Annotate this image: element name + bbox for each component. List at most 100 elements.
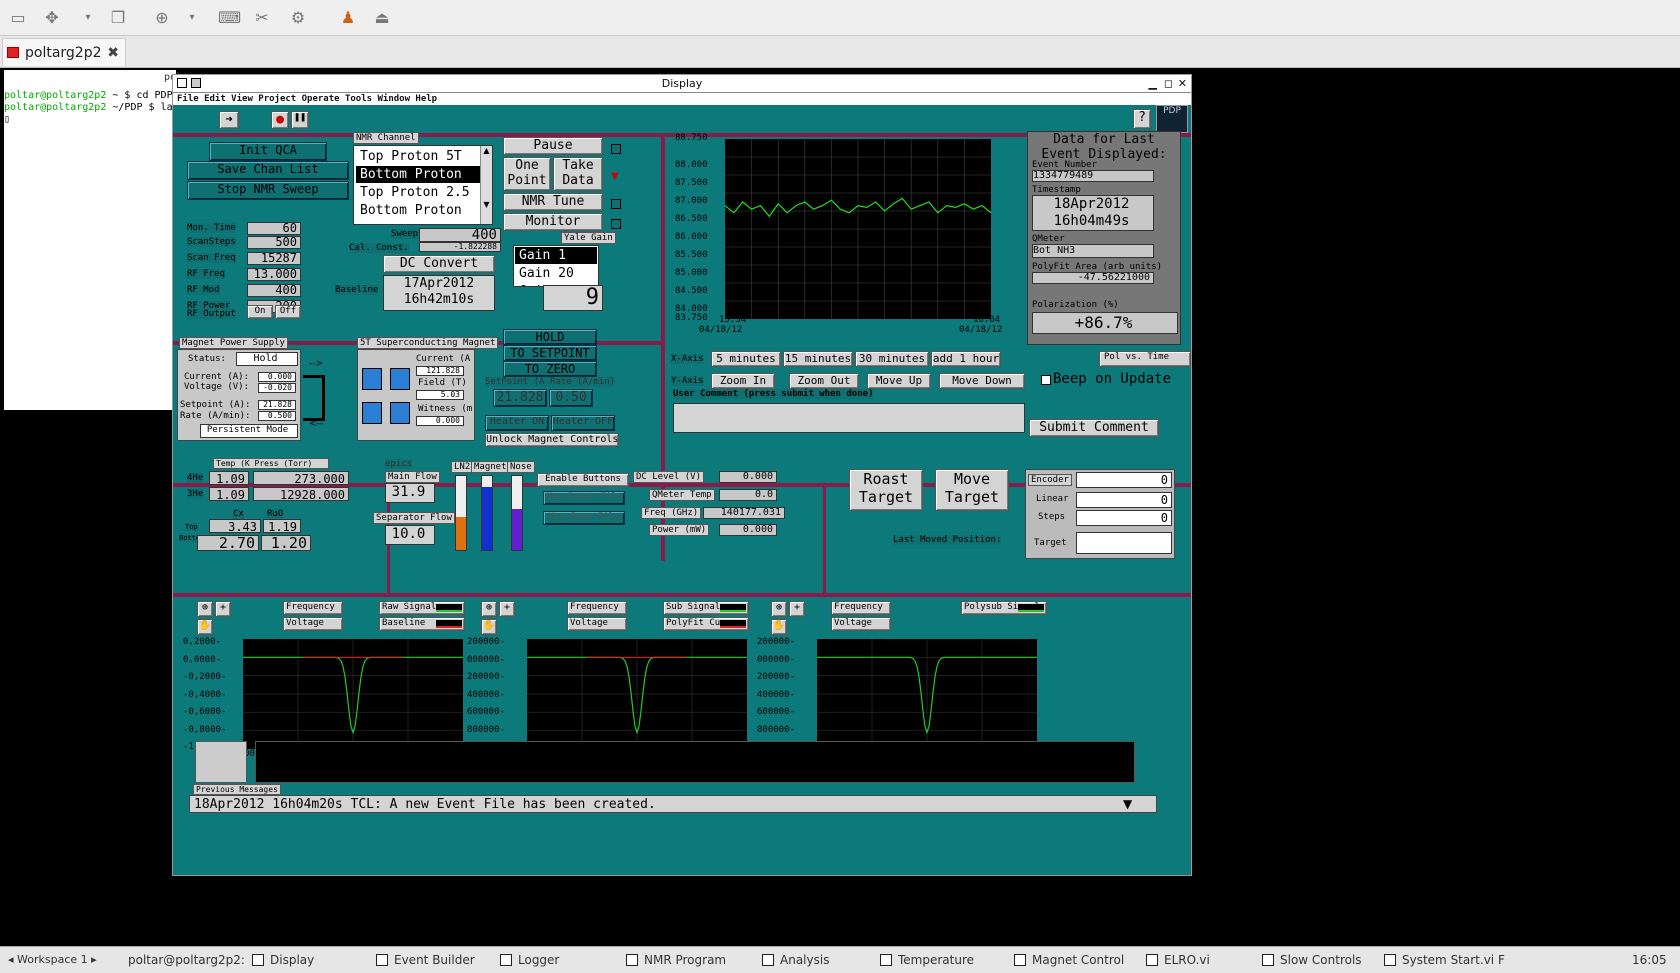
y-axis-button[interactable]: Move Down (939, 373, 1025, 389)
voltage-axis-label[interactable]: Voltage (831, 617, 891, 631)
copy-icon[interactable]: ❐ (108, 8, 128, 28)
to-setpoint-button[interactable]: TO SETPOINT (503, 345, 597, 361)
rf-on-button[interactable]: On (247, 305, 273, 319)
zoom-tool-icon[interactable]: ⊕ (771, 601, 787, 617)
sweep-chart[interactable] (527, 639, 747, 749)
sweep-chart[interactable] (817, 639, 1037, 749)
move-icon[interactable]: ✥ (42, 8, 62, 28)
taskbar-item[interactable]: Logger (500, 950, 559, 970)
hold-button[interactable]: HOLD (503, 329, 597, 345)
taskbar-item[interactable]: System Start.vi F (1384, 950, 1505, 970)
taskbar-item[interactable]: Temperature (880, 950, 974, 970)
stop-nmr-sweep-button[interactable]: Stop NMR Sweep (187, 181, 349, 200)
window-menu-icon[interactable] (177, 78, 187, 88)
dropdown-arrow-icon[interactable]: ▼ (1123, 797, 1132, 811)
setpoint-field[interactable]: 21.828 (493, 389, 547, 407)
message-text[interactable]: 18Apr2012 16h04m20s TCL: A new Event Fil… (189, 795, 1157, 813)
rf-off-button[interactable]: Off (275, 305, 301, 319)
legend-entry[interactable]: Baseline (379, 617, 465, 631)
crosshair-tool-icon[interactable]: + (789, 601, 805, 617)
tab-poltarg2p2[interactable]: poltarg2p2 ✖ (2, 38, 126, 66)
init-qca-button[interactable]: Init QCA (209, 142, 327, 161)
cal-const-field[interactable]: -1.822288 (419, 242, 501, 252)
gain-item[interactable]: Gain 20 (515, 265, 597, 282)
submit-comment-button[interactable]: Submit Comment (1029, 419, 1159, 437)
crosshair-tool-icon[interactable]: + (215, 601, 231, 617)
nmr-channel-item[interactable]: Top Proton 5T (356, 148, 480, 165)
sweeps-field[interactable]: 400 (419, 228, 501, 242)
sweep-chart[interactable] (243, 639, 463, 749)
save-chan-list-button[interactable]: Save Chan List (187, 161, 349, 180)
gain-item[interactable]: Gain 1 (515, 247, 597, 264)
frequency-axis-label[interactable]: Frequency (283, 601, 343, 615)
abort-icon[interactable]: ● (271, 111, 289, 129)
beep-checkbox[interactable] (1041, 375, 1051, 385)
roast-target-button[interactable]: Roast Target (849, 469, 923, 511)
field-value[interactable]: 400 (247, 284, 301, 297)
new-base-file-button[interactable]: New Base File (543, 511, 625, 525)
taskbar-item[interactable]: NMR Program (626, 950, 726, 970)
field-value[interactable]: 500 (247, 236, 301, 249)
legend-entry[interactable]: PolyFit Curve (663, 617, 749, 631)
menu-bar[interactable]: File Edit View Project Operate Tools Win… (173, 93, 1191, 105)
yale-gain-list[interactable]: Gain 1Gain 20Gain 50 (513, 245, 599, 287)
to-zero-button[interactable]: TO ZERO (503, 361, 597, 377)
dc-convert-button[interactable]: DC Convert (383, 255, 495, 273)
persistent-mode[interactable]: Persistent Mode (200, 424, 298, 438)
nmr-tune-button[interactable]: NMR Tune (503, 193, 603, 211)
tools-icon[interactable]: ✂ (252, 8, 272, 28)
voltage-axis-label[interactable]: Voltage (567, 617, 627, 631)
nmr-channel-item[interactable]: Bottom Proton (356, 166, 480, 183)
terminal-window[interactable]: pol poltar@poltarg2p2 ~ $ cd PDP poltar@… (4, 70, 182, 410)
help-icon[interactable]: ? (1133, 109, 1151, 129)
enable-buttons-button[interactable]: Enable Buttons (537, 473, 629, 487)
pol-vs-time-selector[interactable]: Pol vs. Time (1099, 351, 1191, 367)
pan-tool-icon[interactable]: ✋ (197, 619, 213, 635)
new-event-file-button[interactable]: New Event File (543, 491, 625, 505)
nmr-channel-item[interactable]: Top Proton 2.5 (356, 184, 480, 201)
zoom-tool-icon[interactable]: ⊕ (197, 601, 213, 617)
settings-icon[interactable]: ⚙ (288, 8, 308, 28)
frequency-axis-label[interactable]: Frequency (831, 601, 891, 615)
x-axis-button[interactable]: 5 minutes (711, 351, 781, 367)
minimize-icon[interactable]: ▁ (1149, 75, 1157, 92)
x-axis-button[interactable]: 30 minutes (855, 351, 929, 367)
scrollbar[interactable]: ▲ ▼ (480, 146, 492, 224)
nmr-channel-item[interactable]: Bottom Proton (356, 202, 480, 219)
voltage-axis-label[interactable]: Voltage (283, 617, 343, 631)
monitor-button[interactable]: Monitor (503, 213, 603, 231)
run-arrow-icon[interactable]: ➜ (219, 111, 239, 129)
move-target-button[interactable]: Move Target (935, 469, 1009, 511)
workspace-switcher[interactable]: ◂ Workspace 1 ▸ (8, 950, 97, 970)
pan-tool-icon[interactable]: ✋ (481, 619, 497, 635)
target-input[interactable] (1076, 532, 1172, 554)
zoom-icon[interactable]: ⊕ (152, 8, 172, 28)
frequency-axis-label[interactable]: Frequency (567, 601, 627, 615)
comment-input[interactable] (673, 403, 1025, 433)
rate-value[interactable]: 0.500 (258, 411, 296, 421)
close-window-icon[interactable]: ✕ (1178, 75, 1187, 92)
field-value[interactable]: 13.000 (247, 268, 301, 281)
legend-entry[interactable]: Polysub Signal (961, 601, 1047, 615)
taskbar-item[interactable]: Event Builder (376, 950, 475, 970)
y-axis-button[interactable]: Zoom Out (789, 373, 859, 389)
taskbar-item[interactable]: ELRO.vi (1146, 950, 1210, 970)
maximize-icon[interactable]: ◻ (1164, 75, 1173, 92)
taskbar-item[interactable]: Slow Controls (1262, 950, 1362, 970)
field-value[interactable]: 15287 (247, 252, 301, 265)
pause-button[interactable]: Pause (503, 137, 603, 155)
x-axis-button[interactable]: 15 minutes (783, 351, 853, 367)
heater-off-button[interactable]: Heater OFF (551, 415, 615, 431)
legend-entry[interactable]: Raw Signal (379, 601, 465, 615)
field-value[interactable]: 60 (247, 222, 301, 235)
window-icon[interactable]: ▭ (8, 8, 28, 28)
keyboard-icon[interactable]: ⌨ (218, 8, 241, 28)
pause-icon[interactable]: ❚❚ (291, 111, 309, 129)
nmr-channel-list[interactable]: Top Proton 5T Bottom Proton Top Proton 2.5… (353, 145, 493, 225)
taskbar-item[interactable]: poltar@poltarg2p2: (128, 950, 245, 970)
plug-icon[interactable]: ⏏ (372, 8, 392, 28)
dropdown-icon[interactable]: ▾ (78, 8, 98, 28)
user-icon[interactable]: ♟ (338, 8, 358, 28)
one-point-button[interactable]: One Point (503, 157, 551, 191)
y-axis-button[interactable]: Zoom In (711, 373, 775, 389)
